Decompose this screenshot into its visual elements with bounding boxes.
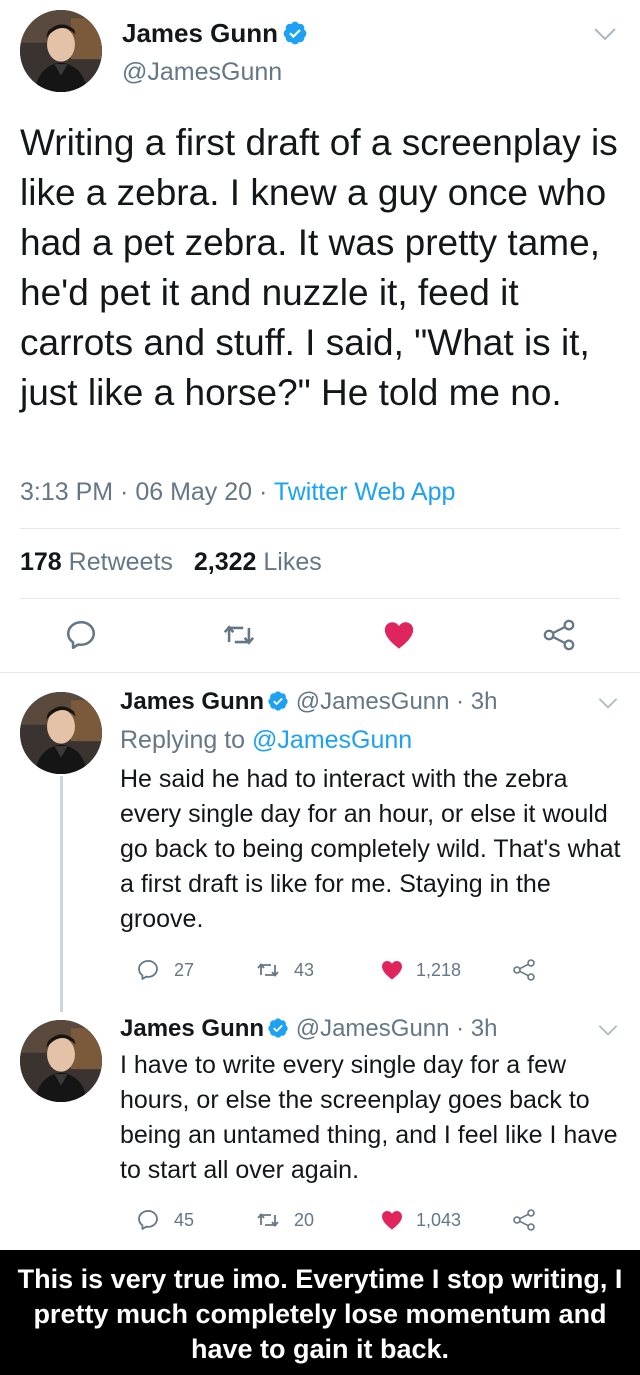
- meme-caption: This is very true imo. Everytime I stop …: [0, 1250, 640, 1375]
- replying-to-label: Replying to: [120, 726, 253, 754]
- retweet-button[interactable]: 20: [256, 1208, 314, 1232]
- reply-icon[interactable]: [64, 618, 98, 652]
- reply-count: 45: [174, 1209, 195, 1230]
- reply-header: James Gunn @JamesGunn · 3h: [120, 1015, 498, 1043]
- reply-author-name[interactable]: James Gunn: [120, 688, 264, 715]
- retweets-label: Retweets: [68, 548, 173, 576]
- reply-count: 27: [174, 959, 195, 980]
- share-icon: [512, 958, 536, 982]
- verified-icon: [267, 1017, 289, 1039]
- reply-author-handle[interactable]: @JamesGunn · 3h: [296, 1015, 498, 1042]
- likes-count: 2,322: [193, 548, 257, 576]
- retweet-icon: [256, 958, 280, 982]
- retweet-count: 43: [294, 959, 315, 980]
- divider: [20, 528, 620, 529]
- likes-stat[interactable]: 2,322 Likes: [194, 548, 322, 576]
- retweet-count: 20: [294, 1209, 315, 1230]
- reply-icon: [136, 1208, 160, 1232]
- verified-icon: [267, 690, 289, 712]
- divider: [0, 672, 640, 673]
- replying-to-link[interactable]: @JamesGunn: [252, 726, 412, 754]
- verified-icon: [282, 20, 308, 46]
- reply-text: He said he had to interact with the zebr…: [120, 765, 621, 933]
- author-handle[interactable]: @JamesGunn: [122, 58, 282, 87]
- chevron-down-icon[interactable]: [594, 28, 616, 42]
- share-icon: [512, 1208, 536, 1232]
- avatar-image: [20, 1020, 102, 1102]
- reply-avatar[interactable]: [20, 1020, 102, 1102]
- share-icon[interactable]: [542, 618, 576, 652]
- like-button[interactable]: 1,218: [380, 958, 461, 982]
- tweet-meta: 3:13 PM · 06 May 20 · Twitter Web App: [20, 478, 455, 507]
- retweet-button[interactable]: 43: [256, 958, 314, 982]
- reply-avatar[interactable]: [20, 692, 102, 774]
- like-count: 1,043: [416, 1209, 462, 1230]
- reply-header: James Gunn @JamesGunn · 3h: [120, 688, 498, 716]
- heart-icon: [380, 958, 404, 982]
- avatar[interactable]: [20, 10, 102, 92]
- author-name-text: James Gunn: [122, 18, 279, 48]
- replying-to: Replying to @JamesGunn: [120, 726, 412, 755]
- chevron-down-icon[interactable]: [598, 698, 618, 710]
- reply-button[interactable]: 27: [136, 958, 194, 982]
- tweet-timestamp[interactable]: 3:13 PM · 06 May 20 ·: [20, 478, 274, 506]
- avatar-image: [20, 692, 102, 774]
- chevron-down-icon[interactable]: [598, 1025, 618, 1037]
- author-name[interactable]: James Gunn: [122, 18, 308, 49]
- reply-text: I have to write every single day for a f…: [120, 1051, 618, 1184]
- tweet-source-app[interactable]: Twitter Web App: [274, 478, 456, 506]
- tweet-stats: 178 Retweets 2,322 Likes: [20, 548, 322, 577]
- share-button[interactable]: [512, 1208, 536, 1232]
- retweet-icon: [256, 1208, 280, 1232]
- divider: [20, 598, 620, 599]
- reply-icon: [136, 958, 160, 982]
- retweets-count: 178: [20, 548, 62, 576]
- reply-author-name[interactable]: James Gunn: [120, 1015, 264, 1042]
- thread-line: [60, 776, 63, 1012]
- like-button[interactable]: 1,043: [380, 1208, 461, 1232]
- reply-author-handle[interactable]: @JamesGunn · 3h: [296, 688, 498, 715]
- retweets-stat[interactable]: 178 Retweets: [20, 548, 173, 576]
- retweet-icon[interactable]: [222, 618, 256, 652]
- heart-icon: [380, 1208, 404, 1232]
- heart-icon[interactable]: [382, 618, 416, 652]
- tweet-text: Writing a first draft of a screenplay is…: [20, 122, 618, 413]
- avatar-image: [20, 10, 102, 92]
- reply-button[interactable]: 45: [136, 1208, 194, 1232]
- likes-label: Likes: [263, 548, 322, 576]
- share-button[interactable]: [512, 958, 536, 982]
- like-count: 1,218: [416, 959, 462, 980]
